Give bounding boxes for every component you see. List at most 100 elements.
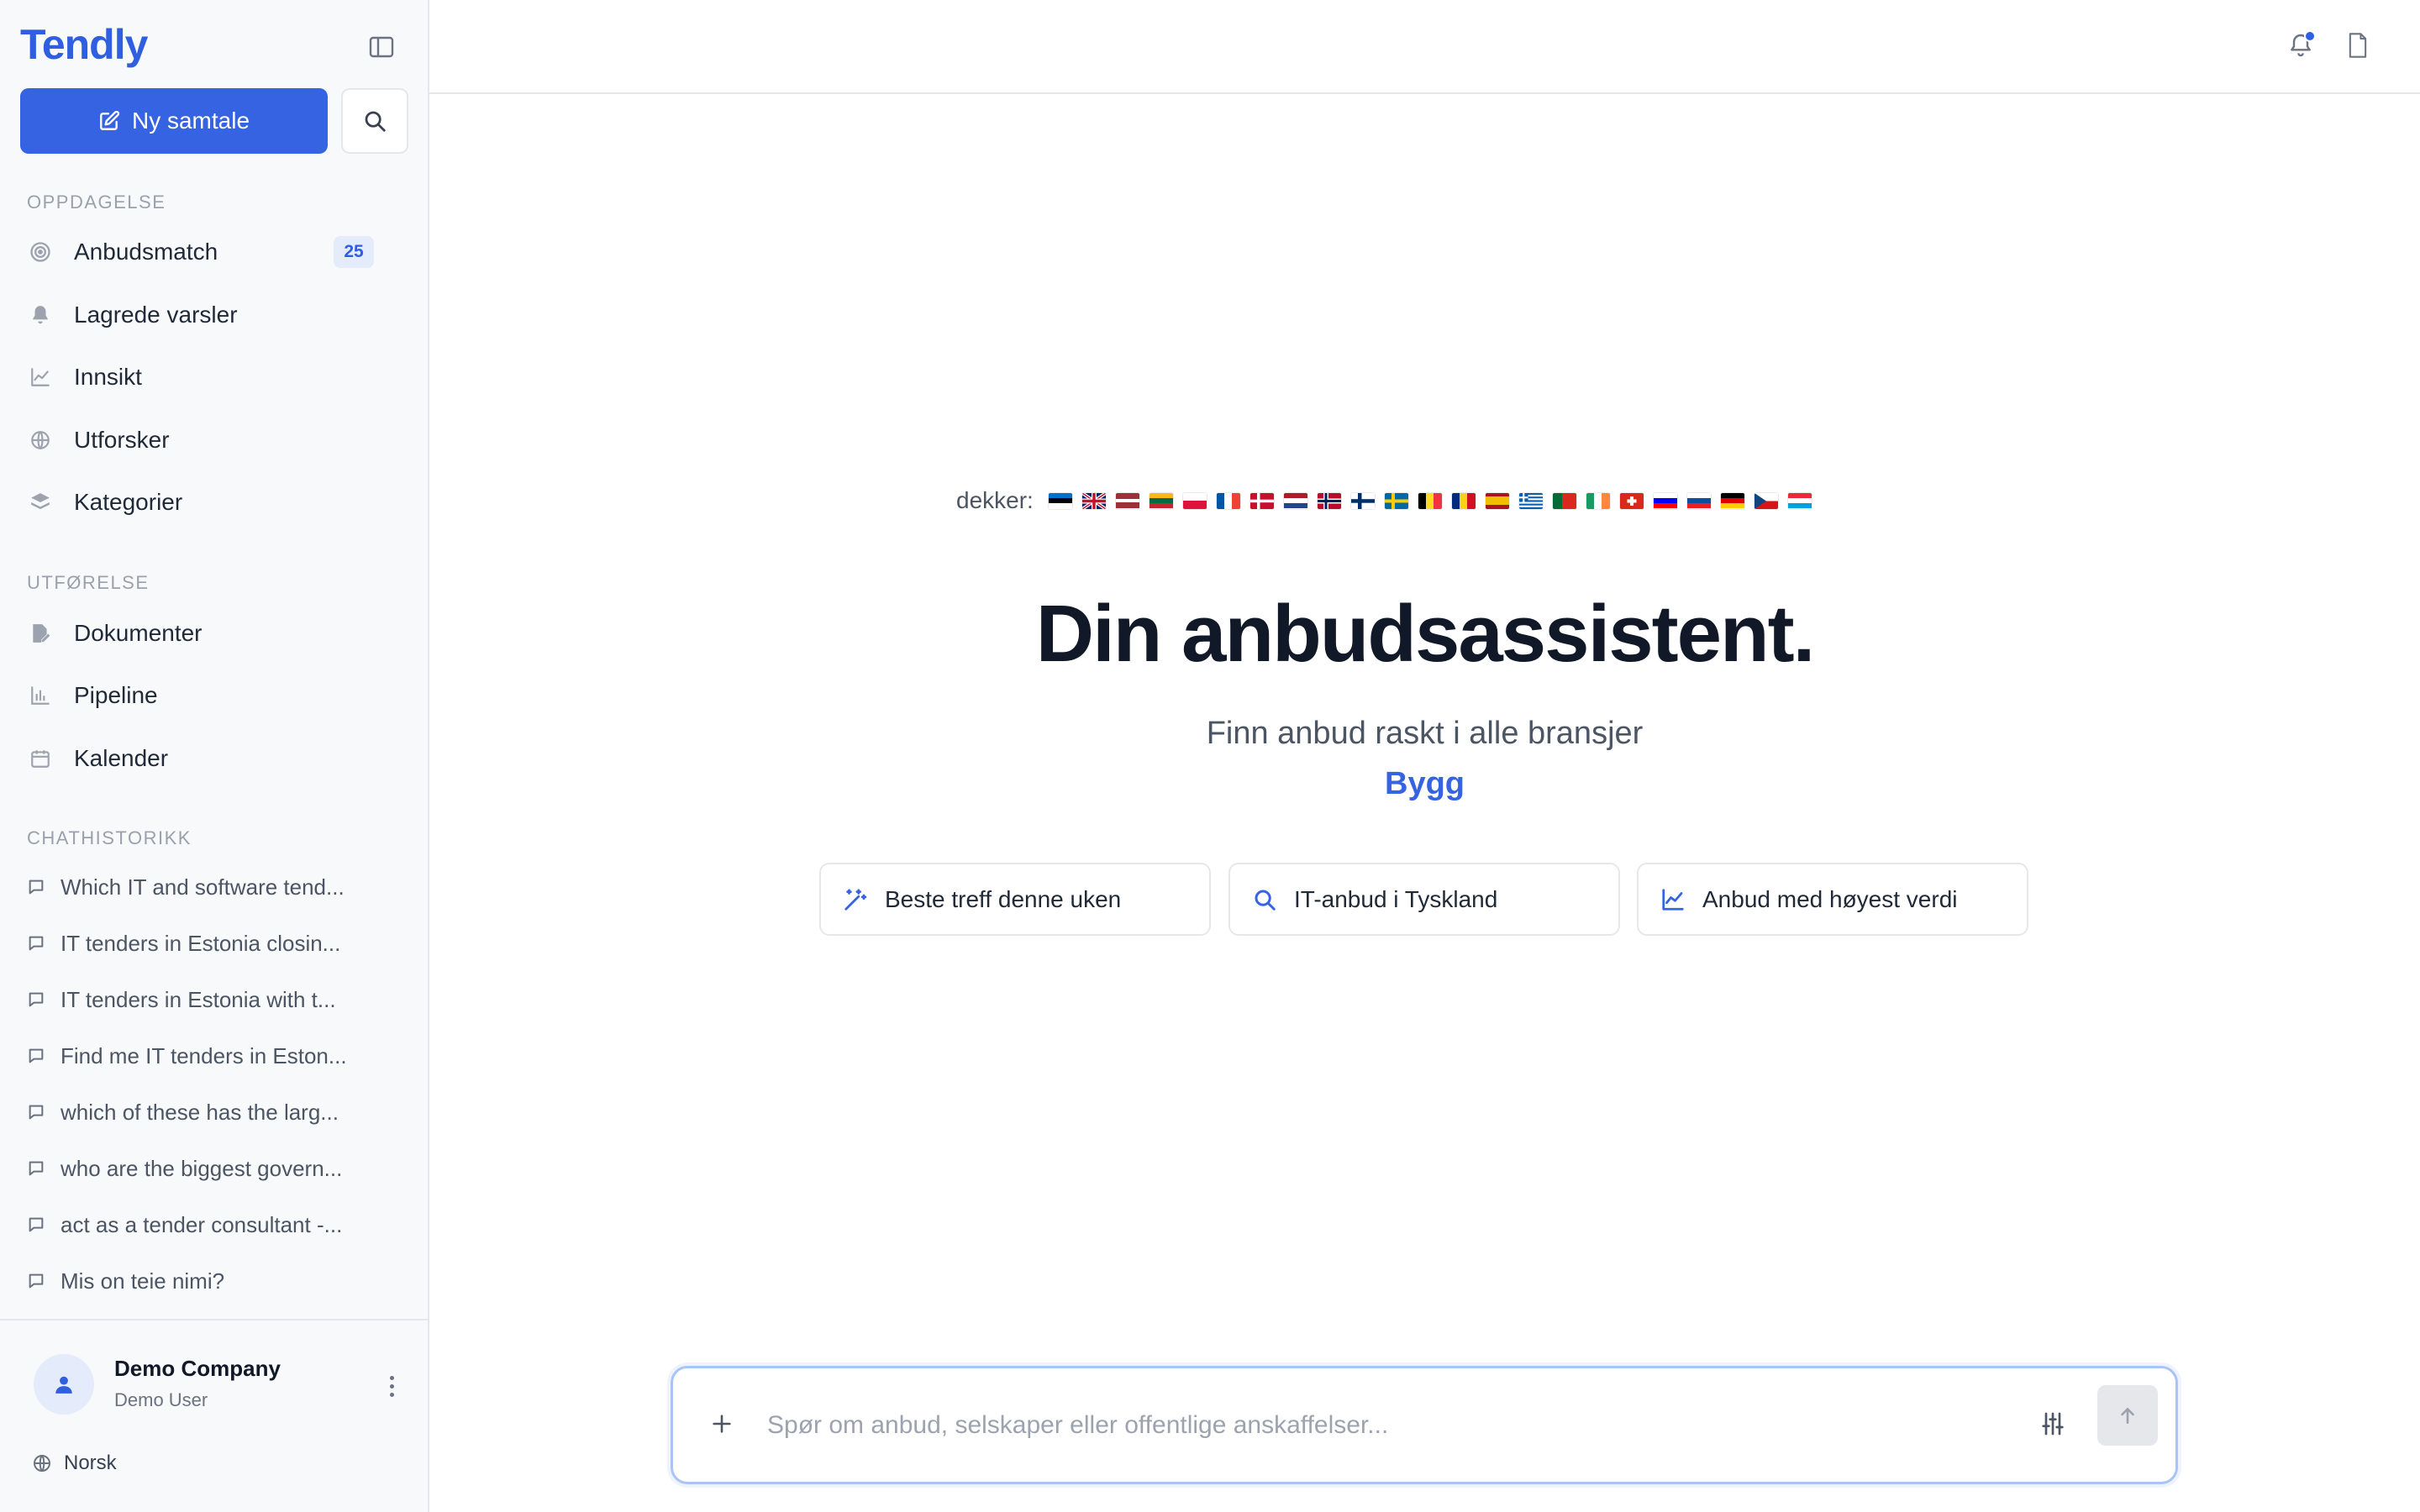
chat-bubble-icon: [27, 990, 49, 1009]
documents-button[interactable]: [2341, 29, 2375, 62]
target-icon: [27, 239, 54, 265]
section-title-discovery: OPPDAGELSE: [27, 192, 166, 213]
page-subtitle: Finn anbud raskt i alle bransjer: [1206, 716, 1644, 751]
sidebar-item-kategorier[interactable]: Kategorier: [27, 477, 405, 528]
sidebar-item-innsikt[interactable]: Innsikt: [27, 352, 405, 402]
sidebar-item-label: Lagrede varsler: [74, 302, 238, 328]
flag-icon-nl: [1283, 492, 1307, 509]
search-icon: [365, 111, 386, 132]
chat-history-item[interactable]: Mis on teie nimi?: [27, 1260, 380, 1302]
chat-bubble-icon: [27, 1047, 49, 1065]
sidebar-item-label: Kategorier: [74, 489, 183, 515]
suggestion-highest-value[interactable]: Anbud med høyest verdi: [1637, 863, 2028, 936]
notification-dot: [2304, 30, 2316, 42]
magic-wand-icon: [844, 888, 867, 911]
sidebar-item-label: Kalender: [74, 745, 169, 771]
app-logo[interactable]: Tendly: [20, 20, 148, 69]
chat-input[interactable]: [767, 1400, 2028, 1451]
chat-history-label: IT tenders in Estonia with t...: [60, 986, 336, 1012]
attach-button[interactable]: [707, 1409, 737, 1439]
suggestion-best-matches[interactable]: Beste treff denne uken: [819, 863, 1211, 936]
document-icon: [2349, 33, 2367, 58]
sidebar-item-pipeline[interactable]: Pipeline: [27, 670, 405, 721]
chat-history-item[interactable]: IT tenders in Estonia closin...: [27, 922, 380, 964]
flag-icon-de: [1720, 492, 1744, 509]
sidebar-toggle-icon: [369, 36, 394, 58]
flag-icon-fi: [1350, 492, 1375, 509]
flag-icon-sk: [1686, 492, 1711, 509]
send-button[interactable]: [2097, 1385, 2158, 1446]
flag-icon-no: [1317, 492, 1341, 509]
country-flags: [1048, 492, 1812, 509]
suggestion-label: IT-anbud i Tyskland: [1294, 885, 1498, 912]
flag-icon-se: [1384, 492, 1408, 509]
notifications-button[interactable]: [2284, 29, 2317, 62]
new-chat-button[interactable]: Ny samtale: [20, 88, 328, 154]
sliders-icon: [2042, 1412, 2064, 1436]
chat-history-item[interactable]: who are the biggest govern...: [27, 1147, 380, 1189]
avatar[interactable]: [34, 1354, 94, 1415]
chat-history-item[interactable]: Find me IT tenders in Eston...: [27, 1035, 380, 1077]
chat-history-item[interactable]: IT tenders in Estonia with t...: [27, 979, 380, 1021]
chat-history-item[interactable]: which of these has the larg...: [27, 1091, 380, 1133]
page-title: Din anbudsassistent.: [1035, 589, 1816, 679]
flag-icon-ee: [1048, 492, 1072, 509]
sidebar-item-label: Innsikt: [74, 364, 142, 390]
sidebar-item-utforsker[interactable]: Utforsker: [27, 415, 405, 465]
flag-icon-pl: [1182, 492, 1207, 509]
suggestion-label: Beste treff denne uken: [885, 885, 1122, 912]
plus-icon: [713, 1415, 731, 1433]
bell-icon: [27, 302, 54, 328]
industry-highlight: Bygg: [1385, 766, 1465, 801]
sidebar-item-label: Utforsker: [74, 427, 170, 453]
sidebar-item-kalender[interactable]: Kalender: [27, 733, 405, 784]
company-name: Demo Company: [114, 1356, 281, 1381]
sidebar-item-dokumenter[interactable]: Dokumenter: [27, 608, 405, 659]
sidebar-item-lagrede-varsler[interactable]: Lagrede varsler: [27, 290, 405, 340]
coverage-row: dekker:: [956, 484, 1812, 517]
flag-icon-pt: [1552, 492, 1576, 509]
chat-history-item[interactable]: Which IT and software tend...: [27, 866, 380, 908]
language-label: Norsk: [64, 1452, 117, 1474]
suggestion-label: Anbud med høyest verdi: [1702, 885, 1958, 912]
document-edit-icon: [27, 620, 54, 647]
chat-history-label: Which IT and software tend...: [60, 874, 345, 900]
sidebar-item-label: Dokumenter: [74, 620, 203, 646]
flag-icon-gb: [1081, 492, 1106, 509]
flag-icon-ch: [1619, 492, 1644, 509]
chat-bubble-icon: [27, 1103, 49, 1121]
new-chat-label: Ny samtale: [131, 108, 250, 134]
flag-icon-lu: [1787, 492, 1812, 509]
bar-chart-icon: [27, 682, 54, 709]
flag-icon-cz: [1754, 492, 1778, 509]
sidebar-toggle-button[interactable]: [365, 32, 398, 62]
chat-bubble-icon: [27, 1215, 49, 1234]
edit-icon: [100, 110, 120, 130]
coverage-label: dekker:: [956, 487, 1034, 513]
flag-icon-be: [1418, 492, 1442, 509]
sidebar: Tendly Ny samtale OPPDAGELSE Anbudsmatch…: [0, 0, 429, 1512]
language-selector[interactable]: Norsk: [32, 1452, 117, 1475]
sidebar-item-anbudsmatch[interactable]: Anbudsmatch 25: [27, 227, 405, 277]
globe-icon: [34, 1455, 50, 1472]
chat-history-label: IT tenders in Estonia closin...: [60, 930, 341, 956]
section-title-execution: UTFØRELSE: [27, 572, 150, 593]
chat-bubble-icon: [27, 934, 49, 953]
chat-history-label: who are the biggest govern...: [60, 1155, 343, 1181]
filters-button[interactable]: [2036, 1407, 2070, 1441]
arrow-up-icon: [2121, 1408, 2134, 1424]
flag-icon-lt: [1149, 492, 1173, 509]
flag-icon-gr: [1518, 492, 1543, 509]
flag-icon-ie: [1586, 492, 1610, 509]
flag-icon-lv: [1115, 492, 1139, 509]
chat-history-label: Find me IT tenders in Eston...: [60, 1042, 347, 1068]
suggestion-it-germany[interactable]: IT-anbud i Tyskland: [1228, 863, 1620, 936]
sidebar-item-label: Pipeline: [74, 682, 158, 708]
chat-bubble-icon: [27, 1159, 49, 1178]
search-button[interactable]: [341, 88, 408, 154]
search-icon: [1255, 890, 1276, 911]
chat-history-label: which of these has the larg...: [60, 1099, 339, 1125]
flag-icon-fr: [1216, 492, 1240, 509]
chat-history-item[interactable]: act as a tender consultant -...: [27, 1204, 380, 1246]
user-menu-button[interactable]: [381, 1369, 402, 1403]
